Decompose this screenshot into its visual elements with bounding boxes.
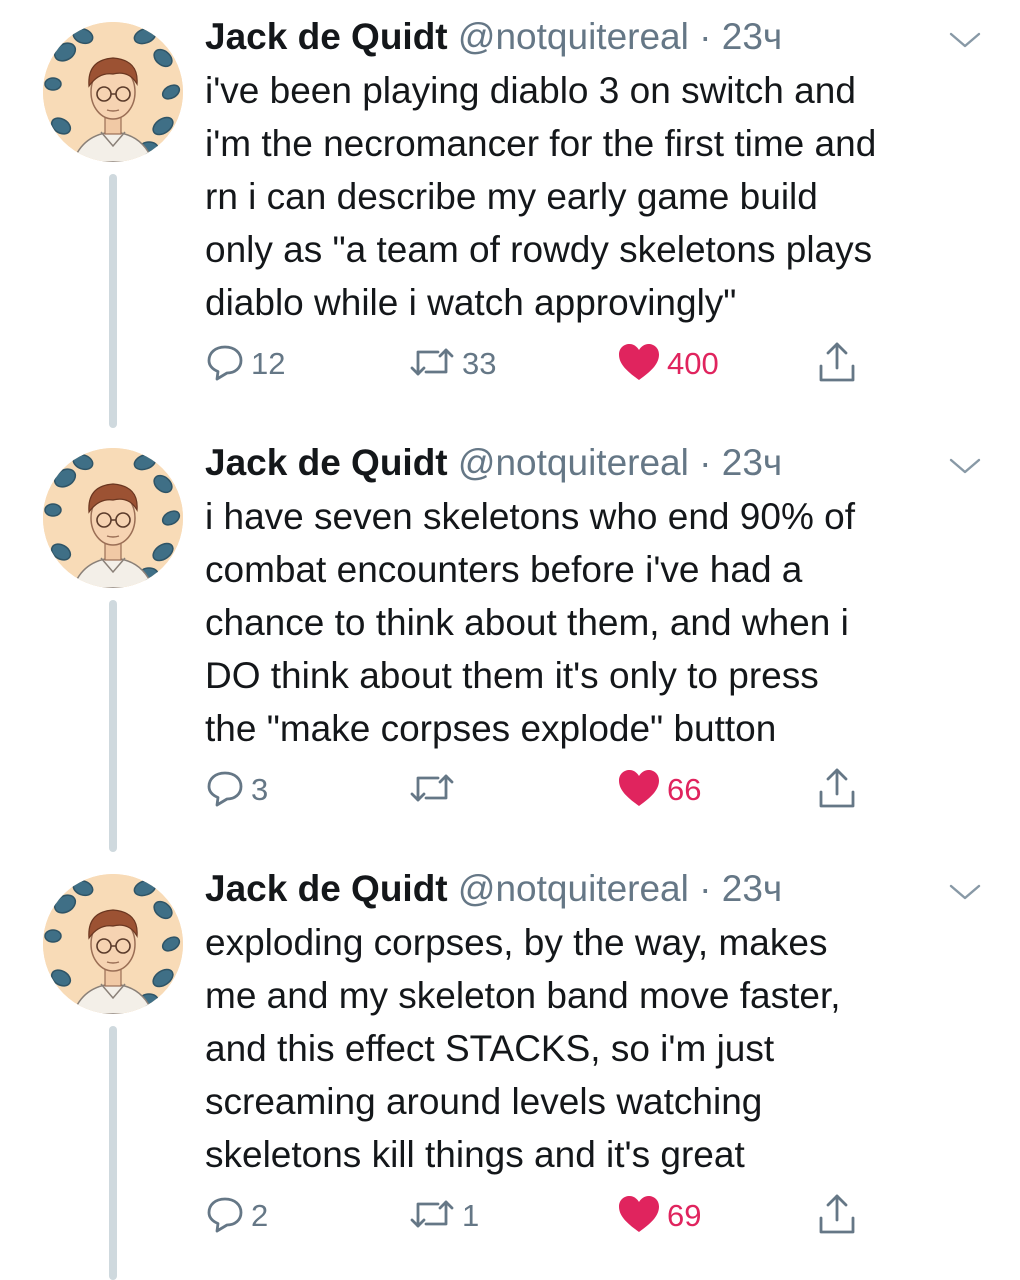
retweet-icon xyxy=(408,768,456,813)
avatar[interactable] xyxy=(43,448,183,588)
author-name[interactable]: Jack de Quidt xyxy=(205,442,448,483)
retweet-button[interactable]: 33 xyxy=(408,340,496,388)
separator: · xyxy=(699,16,712,57)
reply-count: 2 xyxy=(251,1198,269,1233)
like-count: 69 xyxy=(667,1198,702,1233)
tweet-actions: 3 66 xyxy=(205,766,885,814)
share-button[interactable] xyxy=(817,1192,857,1240)
tweet-header: Jack de Quidt @notquitereal · 23ч xyxy=(205,14,782,60)
author-handle[interactable]: @notquitereal xyxy=(458,16,689,57)
like-count: 400 xyxy=(667,346,719,381)
thread-line xyxy=(109,1026,117,1280)
timestamp[interactable]: 23ч xyxy=(722,868,782,909)
tweet-actions: 12 33 400 xyxy=(205,340,885,388)
share-icon xyxy=(817,340,857,389)
author-name[interactable]: Jack de Quidt xyxy=(205,868,448,909)
chevron-down-icon[interactable] xyxy=(945,28,985,52)
like-button[interactable]: 400 xyxy=(617,340,719,388)
tweet-text: exploding corpses, by the way, makes me … xyxy=(205,922,841,1175)
tweet[interactable]: Jack de Quidt @notquitereal · 23ч i've b… xyxy=(0,0,1020,428)
reply-button[interactable]: 12 xyxy=(205,340,285,388)
tweet-text: i've been playing diablo 3 on switch and… xyxy=(205,70,877,323)
tweet-actions: 2 1 69 xyxy=(205,1192,885,1240)
avatar[interactable] xyxy=(43,874,183,1014)
like-button[interactable]: 69 xyxy=(617,1192,701,1240)
reply-button[interactable]: 2 xyxy=(205,1192,268,1240)
like-count: 66 xyxy=(667,772,702,807)
heart-icon xyxy=(617,342,661,387)
tweet-text: i have seven skeletons who end 90% of co… xyxy=(205,496,855,749)
reply-count: 12 xyxy=(251,346,286,381)
heart-icon xyxy=(617,1194,661,1239)
avatar[interactable] xyxy=(43,22,183,162)
reply-button[interactable]: 3 xyxy=(205,766,268,814)
share-icon xyxy=(817,766,857,815)
thread-line xyxy=(109,174,117,428)
timestamp[interactable]: 23ч xyxy=(722,16,782,57)
tweet-header: Jack de Quidt @notquitereal · 23ч xyxy=(205,866,782,912)
retweet-icon xyxy=(408,1194,456,1239)
chevron-down-icon[interactable] xyxy=(945,454,985,478)
separator: · xyxy=(699,868,712,909)
share-icon xyxy=(817,1192,857,1241)
author-handle[interactable]: @notquitereal xyxy=(458,442,689,483)
retweet-icon xyxy=(408,342,456,387)
separator: · xyxy=(699,442,712,483)
author-name[interactable]: Jack de Quidt xyxy=(205,16,448,57)
reply-icon xyxy=(205,1194,245,1239)
thread-line xyxy=(109,600,117,852)
like-button[interactable]: 66 xyxy=(617,766,701,814)
reply-icon xyxy=(205,768,245,813)
tweet[interactable]: Jack de Quidt @notquitereal · 23ч explod… xyxy=(0,852,1020,1280)
share-button[interactable] xyxy=(817,340,857,388)
tweet[interactable]: Jack de Quidt @notquitereal · 23ч i have… xyxy=(0,426,1020,852)
tweet-header: Jack de Quidt @notquitereal · 23ч xyxy=(205,440,782,486)
share-button[interactable] xyxy=(817,766,857,814)
timestamp[interactable]: 23ч xyxy=(722,442,782,483)
heart-icon xyxy=(617,768,661,813)
retweet-button[interactable] xyxy=(408,766,462,814)
reply-icon xyxy=(205,342,245,387)
author-handle[interactable]: @notquitereal xyxy=(458,868,689,909)
retweet-button[interactable]: 1 xyxy=(408,1192,479,1240)
retweet-count: 1 xyxy=(462,1198,480,1233)
reply-count: 3 xyxy=(251,772,269,807)
chevron-down-icon[interactable] xyxy=(945,880,985,904)
retweet-count: 33 xyxy=(462,346,497,381)
